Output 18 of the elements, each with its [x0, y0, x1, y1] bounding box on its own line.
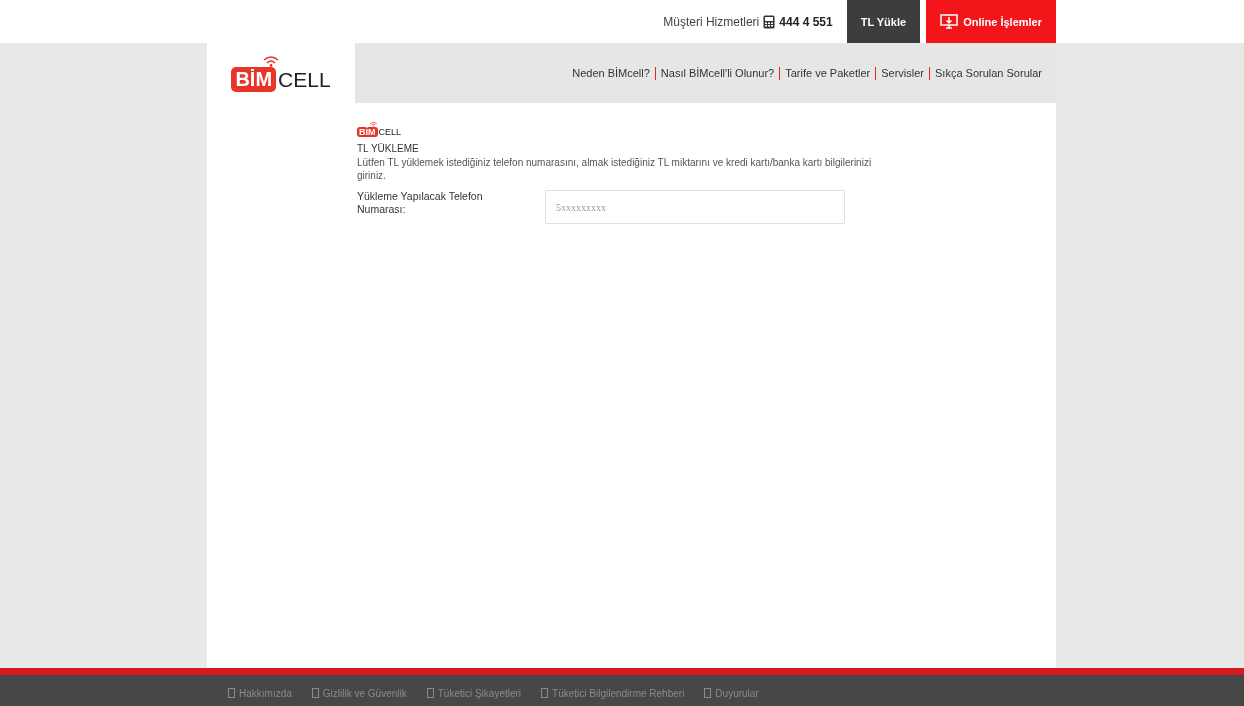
phone-icon: [763, 14, 776, 29]
nav-link[interactable]: Sıkça Sorulan Sorular: [935, 67, 1042, 79]
description: Lütfen TL yüklemek istediğiniz telefon numarasını, almak istediğiniz TL miktarını ve kredi kartı/banka kartı bilgilerinizi giriniz.: [357, 156, 873, 182]
field-label: Yükleme Yapılacak Telefon Numarası:: [357, 190, 484, 216]
top-up-button[interactable]: TL Yükle: [846, 0, 921, 43]
nav-link[interactable]: Nasıl BİMcell'li Olunur?: [660, 67, 775, 79]
nav-link[interactable]: Neden BİMcell?: [572, 67, 650, 79]
nav-link[interactable]: Tarife ve Paketler: [785, 67, 871, 79]
phone-input-field[interactable]: 5xxxxxxxxx: [545, 190, 845, 224]
page-title: TL YÜKLEME: [357, 143, 420, 154]
online-services-button[interactable]: Online İşlemler: [926, 0, 1056, 43]
monitor-download-icon: [940, 13, 959, 30]
bimcell-logo[interactable]: BİM CELL: [231, 54, 331, 92]
support-phone: 444 4 551: [779, 14, 833, 29]
wifi-icon: [369, 121, 378, 127]
bimcell-logo[interactable]: BİM CELL: [357, 121, 1056, 137]
support-label: Müşteri Hizmetleri: [663, 14, 760, 29]
nav-link[interactable]: Servisler: [881, 67, 924, 79]
